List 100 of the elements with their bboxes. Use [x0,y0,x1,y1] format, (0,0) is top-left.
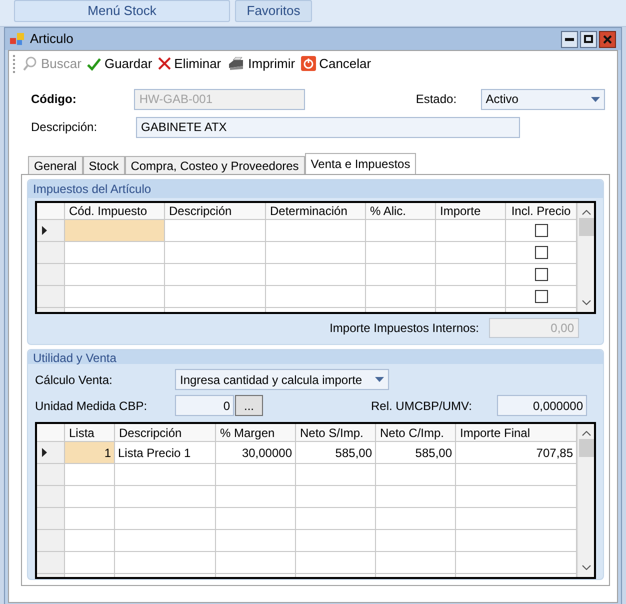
table-cell[interactable] [216,530,296,552]
column-header[interactable]: Incl. Precio [506,203,577,220]
table-cell[interactable] [216,552,296,574]
table-cell[interactable] [376,530,456,552]
table-cell[interactable] [65,220,165,242]
table-cell[interactable] [296,464,376,486]
table-cell[interactable] [506,242,577,264]
tab[interactable]: Venta e Impuestos [304,153,416,174]
table-cell[interactable] [506,264,577,286]
browse-button[interactable]: ... [235,395,263,416]
table-cell[interactable] [165,286,266,308]
table-cell[interactable] [366,242,436,264]
toolbar-button[interactable]: Imprimir [227,54,296,74]
table-cell[interactable] [366,286,436,308]
column-header[interactable]: Lista [65,424,115,442]
row-header[interactable] [37,220,65,242]
table-cell[interactable] [366,220,436,242]
estado-dropdown[interactable]: Activo [480,88,605,110]
rel-field[interactable]: 0,000000 [497,395,587,416]
unidad-field[interactable]: 0 [175,395,234,416]
table-cell[interactable] [506,220,577,242]
table-cell[interactable] [376,552,456,574]
vertical-scrollbar[interactable] [577,424,594,577]
table-cell[interactable] [115,486,216,508]
checkbox[interactable] [534,268,548,281]
table-cell[interactable]: 1 [65,442,115,464]
column-header[interactable]: % Margen [216,424,296,442]
column-header[interactable]: Importe [436,203,506,220]
toolbar-button[interactable]: Eliminar [158,54,222,74]
table-cell[interactable] [65,286,165,308]
table-cell[interactable] [456,508,577,530]
checkbox[interactable] [534,246,548,259]
table-cell[interactable] [115,464,216,486]
table-cell[interactable] [456,464,577,486]
column-header[interactable]: Importe Final [456,424,577,442]
table-cell[interactable] [436,286,506,308]
column-header[interactable]: Neto C/Imp. [376,424,456,442]
column-header[interactable]: % Alic. [366,203,436,220]
ribbon-group-tab[interactable]: Favoritos [235,0,312,22]
table-cell[interactable] [296,486,376,508]
table-cell[interactable] [65,264,165,286]
table-cell[interactable] [115,552,216,574]
column-header[interactable]: Descripción [115,424,216,442]
table-cell[interactable] [165,220,266,242]
toolbar-button[interactable]: Cancelar [301,54,372,74]
table-cell[interactable] [376,464,456,486]
vertical-scrollbar[interactable] [577,203,594,312]
scrollbar-thumb[interactable] [578,439,594,457]
table-cell[interactable] [115,530,216,552]
calculo-dropdown[interactable]: Ingresa cantidad y calcula importe [175,369,389,390]
table-cell[interactable] [65,552,115,574]
minimize-button[interactable] [561,30,578,48]
table-cell[interactable] [376,486,456,508]
table-cell[interactable] [366,264,436,286]
column-header[interactable]: Determinación [266,203,366,220]
tab[interactable]: Compra, Costeo y Proveedores [124,156,305,174]
table-cell[interactable] [376,508,456,530]
table-cell[interactable]: Lista Precio 1 [115,442,216,464]
close-button[interactable] [599,30,616,48]
table-cell[interactable] [266,264,366,286]
table-cell[interactable] [266,286,366,308]
table-cell[interactable]: 707,85 [456,442,577,464]
maximize-button[interactable] [580,30,597,48]
table-cell[interactable] [506,286,577,308]
table-cell[interactable] [436,242,506,264]
toolbar-button[interactable]: Guardar [87,54,152,74]
table-cell[interactable] [436,264,506,286]
table-cell[interactable] [266,220,366,242]
table-cell[interactable] [165,264,266,286]
table-cell[interactable] [216,486,296,508]
table-cell[interactable] [296,530,376,552]
table-cell[interactable] [296,552,376,574]
column-header[interactable]: Neto S/Imp. [296,424,376,442]
table-cell[interactable] [216,508,296,530]
table-cell[interactable] [456,530,577,552]
checkbox[interactable] [534,224,548,237]
checkbox[interactable] [534,290,548,303]
table-cell[interactable] [65,242,165,264]
tab[interactable]: Stock [82,156,125,174]
table-cell[interactable] [216,464,296,486]
table-cell[interactable] [456,486,577,508]
table-cell[interactable] [266,242,366,264]
column-header[interactable]: Descripción [165,203,266,220]
scrollbar-thumb[interactable] [578,218,594,236]
table-cell[interactable]: 585,00 [296,442,376,464]
table-cell[interactable]: 30,00000 [216,442,296,464]
table-cell[interactable]: 585,00 [376,442,456,464]
table-cell[interactable] [436,220,506,242]
tab[interactable]: General [28,156,83,174]
table-cell[interactable] [65,530,115,552]
table-cell[interactable] [296,508,376,530]
table-cell[interactable] [165,242,266,264]
table-cell[interactable] [456,552,577,574]
row-header[interactable] [37,442,65,464]
ribbon-group-tab[interactable]: Menú Stock [14,0,230,22]
table-cell[interactable] [115,508,216,530]
table-cell[interactable] [65,486,115,508]
descripcion-field[interactable]: GABINETE ATX [136,116,520,138]
column-header[interactable]: Cód. Impuesto [65,203,165,220]
table-cell[interactable] [65,464,115,486]
